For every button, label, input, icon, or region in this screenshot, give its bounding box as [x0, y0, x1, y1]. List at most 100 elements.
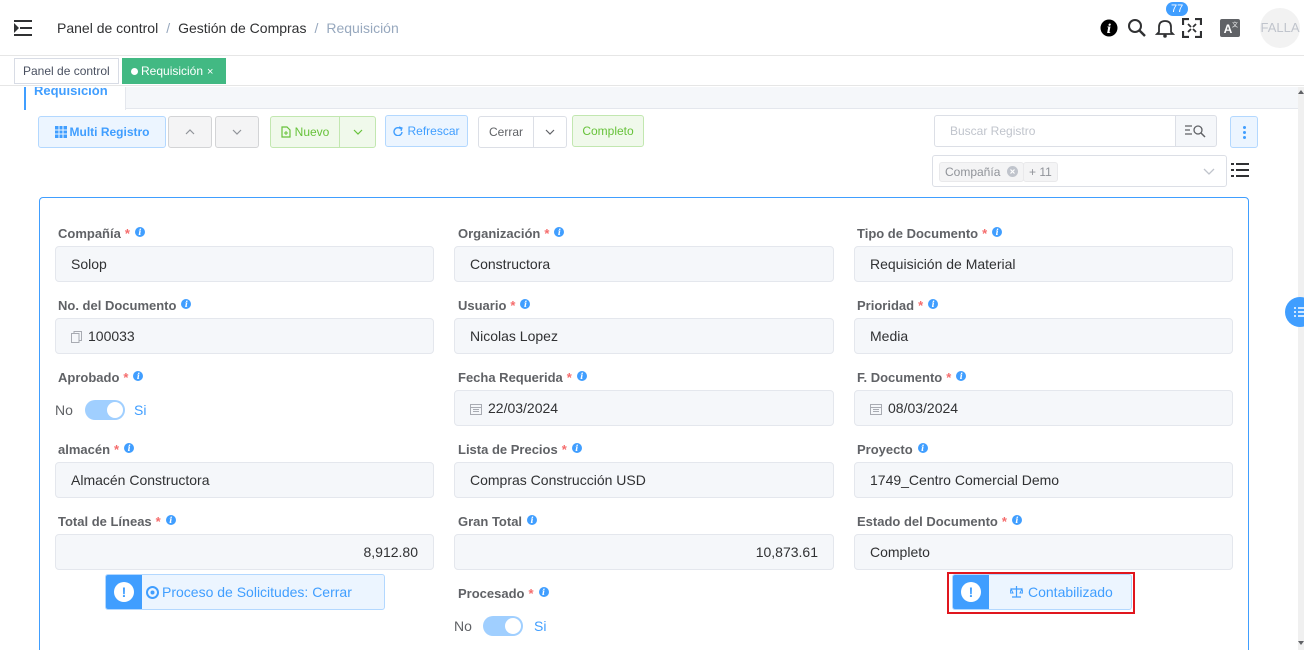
doc-no-label: No. del Documento i — [58, 298, 192, 313]
refresh-button[interactable]: Refrescar — [385, 115, 468, 147]
info-icon: i — [538, 587, 549, 597]
info-icon: i — [134, 227, 145, 237]
label-text: Prioridad — [857, 298, 915, 313]
document-actions-dropdown[interactable] — [533, 116, 567, 148]
company-label: Compañía * i — [58, 226, 145, 241]
kebab-dot — [1243, 131, 1246, 134]
approved-switch[interactable] — [85, 400, 125, 420]
multi-record-label: Multi Registro — [69, 125, 150, 139]
info-icon: i — [165, 515, 176, 525]
process-requisition-button[interactable]: ! Proceso de Solicitudes: Cerrar — [105, 574, 385, 610]
new-button[interactable]: Nuevo — [270, 116, 340, 148]
doc-status-field[interactable]: Completo — [854, 534, 1233, 570]
info-icon: i — [124, 443, 135, 453]
scroll-up-icon[interactable] — [1298, 89, 1304, 95]
label-text: Compañía — [58, 226, 121, 241]
label-text: Lista de Precios — [458, 442, 558, 457]
required-date-label: Fecha Requerida * i — [458, 370, 587, 385]
info-icon: i — [133, 371, 144, 381]
page-scrollbar[interactable] — [1298, 87, 1304, 650]
search-input[interactable]: Buscar Registro — [934, 115, 1176, 147]
user-label: Usuario * i — [458, 298, 531, 313]
tab-requisition[interactable]: Requisición — [24, 87, 126, 110]
doc-no-value: 100033 — [88, 328, 135, 344]
doc-no-field[interactable]: 100033 — [55, 318, 434, 354]
doc-date-field[interactable]: 08/03/2024 — [854, 390, 1233, 426]
chevron-down-icon — [353, 129, 362, 135]
project-field[interactable]: 1749_Centro Comercial Demo — [854, 462, 1233, 498]
doc-date-label: F. Documento * i — [857, 370, 967, 385]
top-navbar: Panel de control / Gestión de Compras / Requ… — [0, 0, 1304, 56]
info-icon: i — [527, 515, 538, 525]
chevron-up-icon — [185, 129, 195, 135]
warehouse-field[interactable]: Almacén Constructora — [55, 462, 434, 498]
label-text: Aprobado — [58, 370, 120, 385]
svg-text:文: 文 — [1232, 21, 1238, 29]
label-text: Tipo de Documento — [857, 226, 979, 241]
lines-total-field[interactable]: 8,912.80 — [55, 534, 434, 570]
search-icon[interactable] — [1127, 18, 1147, 38]
tag-requisition[interactable]: Requisición × — [122, 58, 226, 84]
info-icon: i — [554, 227, 565, 237]
close-action-label: Cerrar — [488, 125, 523, 139]
previous-record-button[interactable] — [168, 116, 212, 148]
grand-total-field[interactable]: 10,873.61 — [454, 534, 834, 570]
refresh-label: Refrescar — [407, 124, 460, 138]
switch-knob — [107, 402, 123, 418]
main-content: Requisición Multi Registro Nuevo Refresc… — [0, 87, 1298, 650]
doc-type-field[interactable]: Requisición de Material — [854, 246, 1233, 282]
doc-status-label: Estado del Documento * i — [857, 514, 1022, 529]
translate-icon[interactable]: A文 — [1220, 19, 1240, 37]
next-record-button[interactable] — [215, 116, 259, 148]
label-text: Procesado — [458, 586, 525, 601]
doc-type-label: Tipo de Documento * i — [857, 226, 1003, 241]
breadcrumb: Panel de control / Gestión de Compras / Requ… — [57, 20, 399, 36]
info-icon: i — [928, 299, 939, 309]
required-date-field[interactable]: 22/03/2024 — [454, 390, 834, 426]
tab-label: Requisición — [34, 87, 108, 98]
fullscreen-icon[interactable] — [1182, 18, 1202, 38]
status-completo-tag: Completo — [572, 115, 644, 147]
organization-label: Organización * i — [458, 226, 565, 241]
new-options-dropdown[interactable] — [339, 116, 376, 148]
info-icon[interactable]: i — [1100, 19, 1118, 37]
info-icon: i — [520, 299, 531, 309]
info-icon: i — [181, 299, 192, 309]
warehouse-label: almacén * i — [58, 442, 135, 457]
breadcrumb-item-dashboard[interactable]: Panel de control — [57, 20, 158, 36]
scroll-down-icon[interactable] — [1298, 640, 1304, 646]
more-options-button[interactable] — [1230, 116, 1258, 148]
label-text: No. del Documento — [58, 298, 177, 313]
price-list-field[interactable]: Compras Construcción USD — [454, 462, 834, 498]
new-document-icon — [281, 126, 291, 138]
info-icon: i — [1011, 515, 1022, 525]
label-text: Gran Total — [458, 514, 523, 529]
advanced-search-button[interactable] — [1175, 115, 1217, 147]
user-avatar[interactable]: FALLA — [1260, 8, 1300, 48]
priority-field[interactable]: Media — [854, 318, 1233, 354]
close-tag-icon[interactable]: × — [207, 66, 213, 78]
field-filter-select[interactable]: Compañía + 11 — [932, 155, 1227, 187]
company-field[interactable]: Solop — [55, 246, 434, 282]
switch-knob — [505, 618, 521, 634]
chip-close-icon[interactable] — [1006, 166, 1018, 177]
close-action-button[interactable]: Cerrar — [478, 116, 534, 148]
info-icon: i — [576, 371, 587, 381]
user-field[interactable]: Nicolas Lopez — [454, 318, 834, 354]
status-label: Completo — [582, 124, 634, 138]
hamburger-menu-icon[interactable] — [14, 20, 32, 36]
document-copy-icon — [71, 331, 82, 343]
breadcrumb-item-purchasing[interactable]: Gestión de Compras — [178, 20, 306, 36]
list-settings-icon[interactable] — [1231, 162, 1249, 178]
chip-label: Compañía — [945, 165, 1001, 179]
processed-label: Procesado * i — [458, 586, 549, 601]
bell-icon[interactable] — [1155, 18, 1175, 38]
processed-switch[interactable] — [483, 616, 523, 636]
label-text: F. Documento — [857, 370, 943, 385]
tag-dashboard[interactable]: Panel de control — [14, 58, 119, 84]
process-button-label: Proceso de Solicitudes: Cerrar — [146, 575, 352, 609]
label-text: Estado del Documento — [857, 514, 998, 529]
organization-field[interactable]: Constructora — [454, 246, 834, 282]
multi-record-button[interactable]: Multi Registro — [38, 116, 166, 148]
tag-label: Panel de control — [23, 64, 110, 78]
